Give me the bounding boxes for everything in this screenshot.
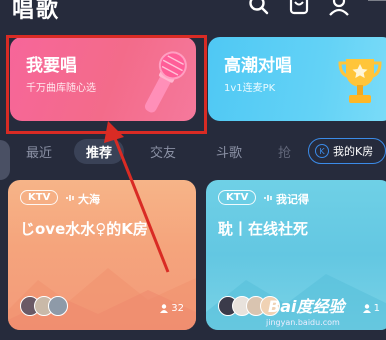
room-name: 耽丨在线社死 (218, 220, 309, 238)
watermark-logo: Bai度经验 (268, 297, 345, 316)
avatar (48, 296, 68, 316)
k-icon: K (315, 144, 329, 158)
room-host: 大海 (78, 193, 100, 206)
watermark: Bai度经验 jingyan.baidu.com (266, 291, 386, 331)
banner-title: 高潮对唱 (224, 56, 292, 76)
ktv-badge: KTV (20, 190, 59, 205)
room-name: じoⅴe水水♀的K房 (20, 220, 148, 238)
mountain-background (8, 268, 196, 330)
search-icon[interactable] (248, 0, 270, 16)
duet-banner[interactable]: 高潮对唱 1v1连麦PK (208, 37, 386, 121)
banner-subtitle: 千万曲库随心选 (26, 83, 96, 94)
microphone-icon (144, 51, 187, 113)
sound-wave-icon (264, 195, 272, 201)
ktv-badge: KTV (218, 190, 257, 205)
category-tabs: 最近 推荐 交友 斗歌 抢 K 我的K房 (0, 136, 386, 166)
more-icon[interactable] (366, 0, 386, 16)
banner-subtitle: 1v1连麦PK (224, 83, 276, 94)
shopping-bag-icon[interactable] (288, 0, 310, 16)
tab-battle[interactable]: 斗歌 (216, 142, 242, 161)
tab-friends[interactable]: 交友 (150, 142, 176, 161)
listener-count: 32 (160, 303, 184, 314)
tab-recent[interactable]: 最近 (26, 142, 52, 161)
trophy-icon (338, 59, 382, 103)
member-avatars (20, 296, 68, 318)
room-host: 我记得 (276, 193, 309, 206)
top-header: 唱歌 (0, 0, 386, 24)
page-title: 唱歌 (12, 0, 61, 23)
user-icon[interactable] (328, 0, 350, 16)
tab-recommended[interactable]: 推荐 (74, 139, 125, 164)
tab-grab[interactable]: 抢 (278, 142, 291, 161)
banner-title: 我要唱 (26, 56, 77, 76)
my-ktv-room-button[interactable]: K 我的K房 (308, 138, 386, 164)
room-card[interactable]: KTV 大海 じoⅴe水水♀的K房 32 (8, 180, 196, 330)
my-ktv-label: 我的K房 (333, 145, 374, 158)
count-value: 32 (171, 303, 184, 314)
karaoke-app-screen: 唱歌 我要唱 千万曲库随心选 高潮对唱 1v1连麦PK 最近 推荐 交友 斗歌 … (0, 0, 386, 340)
sing-banner[interactable]: 我要唱 千万曲库随心选 (10, 37, 196, 121)
sound-wave-icon (66, 195, 74, 201)
person-icon (160, 304, 169, 313)
watermark-url: jingyan.baidu.com (266, 318, 340, 327)
